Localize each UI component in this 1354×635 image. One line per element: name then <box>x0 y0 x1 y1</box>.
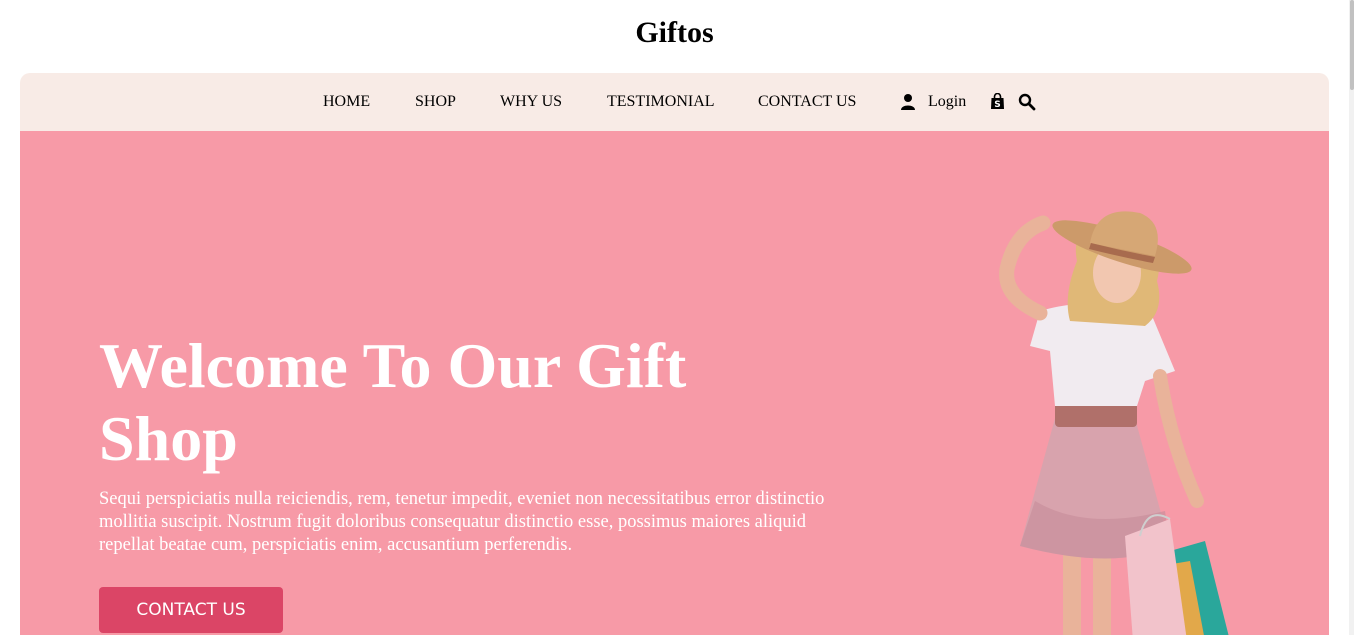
nav-item-contact-us[interactable]: CONTACT US <box>758 93 856 111</box>
scrollbar-thumb[interactable] <box>1350 0 1354 90</box>
contact-us-button[interactable]: CONTACT US <box>99 587 283 633</box>
svg-text:S: S <box>994 100 1000 110</box>
main-nav: HOME SHOP WHY US TESTIMONIAL CONTACT US … <box>20 73 1329 131</box>
hero-girl-image <box>999 211 1229 635</box>
page-scrollbar[interactable] <box>1349 0 1354 635</box>
brand-logo[interactable]: Giftos <box>0 16 1349 50</box>
hero-description: Sequi perspiciatis nulla reiciendis, rem… <box>99 489 825 555</box>
shopping-bag-icon[interactable]: S <box>990 92 1005 115</box>
hero-title: Welcome To Our Gift Shop <box>99 330 687 474</box>
search-icon[interactable] <box>1018 93 1036 116</box>
nav-item-testimonial[interactable]: TESTIMONIAL <box>607 93 715 111</box>
hero-section: Welcome To Our Gift Shop Sequi perspicia… <box>20 131 1329 635</box>
user-icon[interactable] <box>900 93 916 116</box>
nav-item-shop[interactable]: SHOP <box>415 93 456 111</box>
nav-item-why-us[interactable]: WHY US <box>500 93 562 111</box>
login-link[interactable]: Login <box>928 93 966 111</box>
nav-item-home[interactable]: HOME <box>323 93 370 111</box>
